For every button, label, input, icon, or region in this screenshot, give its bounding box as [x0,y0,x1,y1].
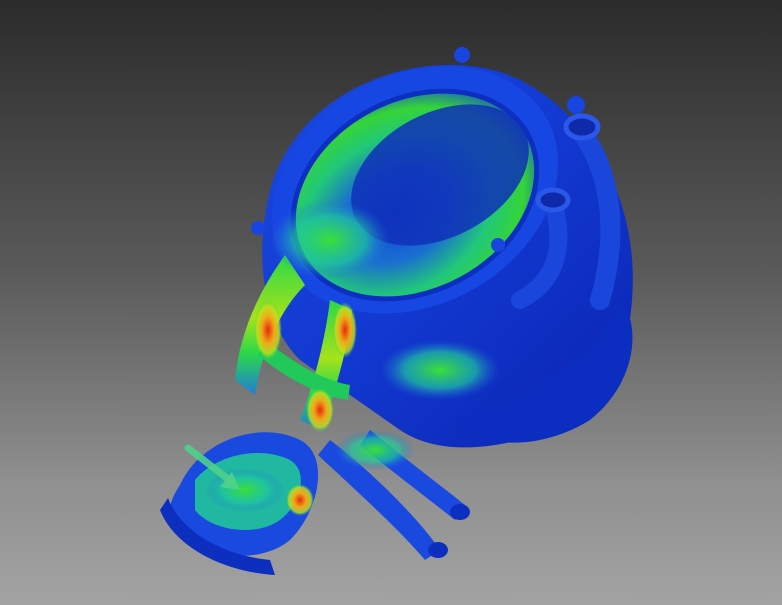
lower-brackets [318,430,470,560]
mount-pad [160,432,319,575]
3d-viewport[interactable] [0,0,782,605]
stress-plot-render [160,47,633,575]
